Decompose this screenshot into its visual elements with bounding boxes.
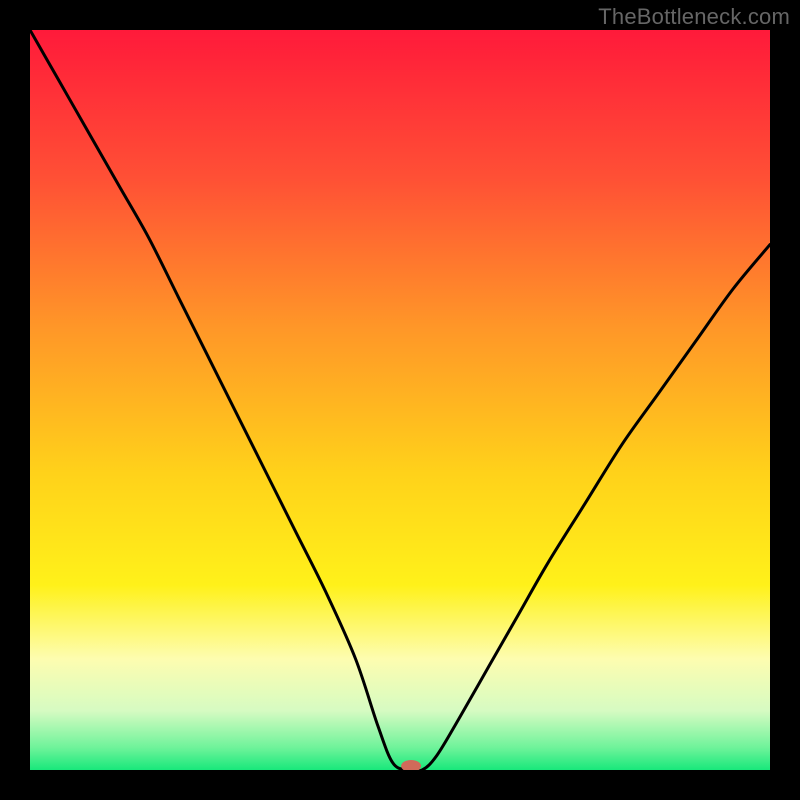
plot-area [30,30,770,770]
watermark-text: TheBottleneck.com [598,4,790,30]
chart-frame: TheBottleneck.com [0,0,800,800]
gradient-background [30,30,770,770]
chart-svg [30,30,770,770]
